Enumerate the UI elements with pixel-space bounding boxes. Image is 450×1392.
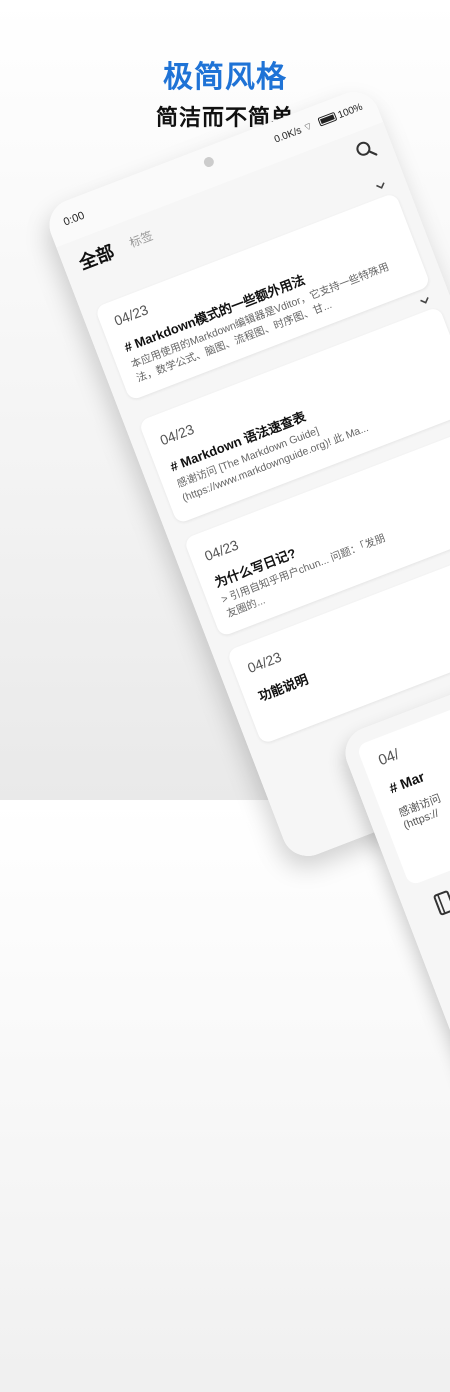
note-date: 04/: [376, 745, 402, 770]
network-speed: 0.0K/s: [272, 125, 304, 146]
note-title: # Mar: [386, 768, 427, 797]
note-date: 04/23: [202, 536, 241, 565]
clock-icon[interactable]: [365, 913, 391, 939]
second-phone-mockup: 04/ # Mar 感谢访问 (https://: [338, 630, 450, 1392]
front-camera: [202, 155, 216, 169]
wifi-icon: ⌔: [301, 119, 318, 135]
tab-tags[interactable]: 标签: [127, 227, 156, 251]
search-icon[interactable]: [353, 137, 379, 163]
status-time: 0:00: [61, 209, 87, 229]
second-phone-screen: 04/ # Mar 感谢访问 (https://: [338, 630, 450, 1392]
note-title: 功能说明: [256, 671, 311, 705]
note-date: 04/23: [157, 420, 197, 449]
notebook-icon[interactable]: [431, 888, 450, 918]
chevron-down-icon[interactable]: [372, 177, 390, 195]
note-date: 04/23: [111, 301, 151, 329]
note-date: 04/23: [245, 648, 284, 677]
tab-all[interactable]: 全部: [75, 238, 118, 275]
chevron-down-icon[interactable]: [416, 292, 434, 310]
battery-level: 100%: [336, 101, 365, 122]
promo-title: 极简风格: [163, 61, 287, 94]
battery-icon: [317, 111, 338, 127]
